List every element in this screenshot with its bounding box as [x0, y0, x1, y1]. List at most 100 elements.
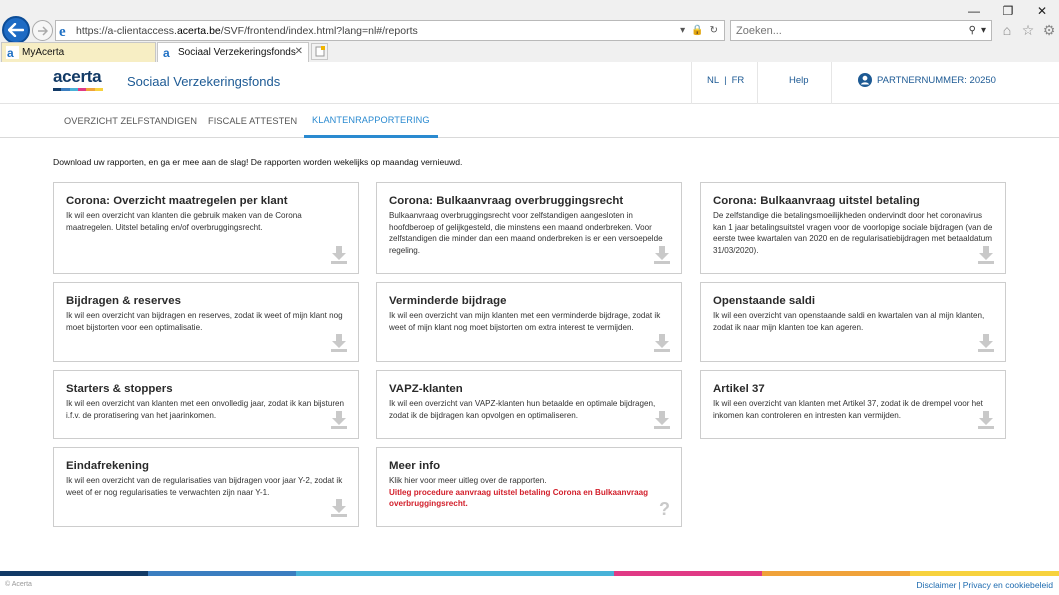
back-arrow-icon	[8, 23, 24, 37]
download-icon[interactable]	[977, 333, 995, 353]
tab-sociaal-verzekeringsfonds[interactable]: a Sociaal Verzekeringsfonds ✕	[157, 42, 309, 62]
footer-links: Disclaimer | Privacy en cookiebeleid	[916, 580, 1053, 590]
ie-logo-icon: e	[56, 21, 74, 40]
tab-close-icon[interactable]: ✕	[295, 46, 303, 57]
lang-separator: |	[724, 75, 727, 86]
card-description: Ik wil een overzicht van mijn klanten me…	[389, 311, 661, 332]
settings-gear-icon[interactable]: ⚙	[1040, 20, 1058, 40]
tab-label: Sociaal Verzekeringsfonds	[178, 47, 296, 58]
partner-account[interactable]: PARTNERNUMMER: 20250	[858, 73, 996, 87]
report-card-artikel-37[interactable]: Artikel 37 Ik wil een overzicht van klan…	[700, 370, 1006, 439]
privacy-link[interactable]: Privacy en cookiebeleid	[963, 580, 1053, 590]
search-box[interactable]: ⚲ ▾	[730, 20, 992, 41]
window-controls: — ❐ ✕	[957, 0, 1059, 22]
card-description: Ik wil een overzicht van VAPZ-klanten hu…	[389, 399, 656, 420]
info-card-meer-info[interactable]: Meer info Klik hier voor meer uitleg ove…	[376, 447, 682, 527]
disclaimer-link[interactable]: Disclaimer	[916, 580, 956, 590]
address-bar[interactable]: e https://a-clientaccess.acerta.be/SVF/f…	[55, 20, 725, 41]
lang-fr-link[interactable]: FR	[732, 75, 745, 86]
download-icon[interactable]	[653, 333, 671, 353]
favorites-star-icon[interactable]: ☆	[1019, 20, 1037, 40]
report-card-openstaande-saldi[interactable]: Openstaande saldi Ik wil een overzicht v…	[700, 282, 1006, 362]
minimize-icon[interactable]: —	[957, 0, 991, 22]
card-title: Openstaande saldi	[713, 295, 816, 307]
download-icon[interactable]	[330, 410, 348, 430]
report-card-corona-bulk-uitstel[interactable]: Corona: Bulkaanvraag uitstel betaling De…	[700, 182, 1006, 274]
download-icon[interactable]	[653, 245, 671, 265]
card-title: Eindafrekening	[66, 460, 149, 472]
report-card-vapz-klanten[interactable]: VAPZ-klanten Ik wil een overzicht van VA…	[376, 370, 682, 439]
card-title: Corona: Bulkaanvraag uitstel betaling	[713, 195, 920, 207]
main-navigation: OVERZICHT ZELFSTANDIGEN FISCALE ATTESTEN…	[0, 104, 1059, 138]
report-card-eindafrekening[interactable]: Eindafrekening Ik wil een overzicht van …	[53, 447, 359, 527]
url-domain: acerta.be	[176, 24, 221, 37]
tab-fiscale-attesten[interactable]: FISCALE ATTESTEN	[208, 104, 297, 138]
restore-icon[interactable]: ❐	[991, 0, 1025, 22]
dropdown-icon[interactable]: ▾	[680, 25, 685, 36]
report-card-verminderde-bijdrage[interactable]: Verminderde bijdrage Ik wil een overzich…	[376, 282, 682, 362]
card-description: Ik wil een overzicht van klanten die geb…	[66, 211, 302, 232]
svg-text:a: a	[7, 46, 14, 59]
help-link[interactable]: Help	[789, 75, 809, 86]
download-icon[interactable]	[330, 333, 348, 353]
acerta-favicon-icon: a	[162, 46, 175, 59]
forward-arrow-icon	[38, 25, 48, 36]
card-title: Meer info	[389, 460, 441, 472]
report-card-starters-stoppers[interactable]: Starters & stoppers Ik wil een overzicht…	[53, 370, 359, 439]
report-card-corona-bulk-overbrugging[interactable]: Corona: Bulkaanvraag overbruggingsrecht …	[376, 182, 682, 274]
tab-myacerta[interactable]: a MyAcerta	[1, 42, 156, 62]
card-title: Verminderde bijdrage	[389, 295, 507, 307]
logo-text: acerta	[53, 67, 102, 86]
svg-text:e: e	[59, 24, 66, 38]
card-title: Starters & stoppers	[66, 383, 173, 395]
copyright: © Acerta	[5, 581, 32, 588]
lock-icon[interactable]: 🔒	[691, 25, 703, 36]
svg-text:a: a	[163, 46, 170, 59]
search-input[interactable]	[731, 24, 969, 37]
question-mark-icon[interactable]: ?	[659, 499, 670, 520]
divider	[757, 62, 758, 104]
lang-nl-link[interactable]: NL	[707, 75, 719, 86]
card-title: Corona: Bulkaanvraag overbruggingsrecht	[389, 195, 624, 207]
close-icon[interactable]: ✕	[1025, 0, 1059, 22]
report-card-corona-overzicht[interactable]: Corona: Overzicht maatregelen per klant …	[53, 182, 359, 274]
card-description: Ik wil een overzicht van de regularisati…	[66, 476, 343, 497]
browser-chrome: — ❐ ✕ e https://a-clientaccess.acerta.be…	[0, 0, 1059, 62]
tab-klantenrapportering[interactable]: KLANTENRAPPORTERING	[304, 104, 438, 138]
user-icon	[858, 73, 872, 87]
site-header: acerta Sociaal Verzekeringsfonds NL | FR…	[0, 62, 1059, 104]
card-description: Bulkaanvraag overbruggingsrecht voor zel…	[389, 211, 663, 255]
url-suffix: /SVF/frontend/index.html?lang=nl#/report…	[220, 24, 418, 37]
new-tab-button[interactable]	[311, 43, 328, 60]
language-switch: NL | FR	[707, 75, 744, 86]
card-description: Ik wil een overzicht van klanten met een…	[66, 399, 345, 420]
divider	[831, 62, 832, 104]
acerta-favicon-icon: a	[6, 46, 19, 59]
intro-text: Download uw rapporten, en ga er mee aan …	[53, 157, 463, 167]
site-footer: © Acerta Disclaimer | Privacy en cookiebel…	[0, 576, 1059, 595]
forward-button[interactable]	[32, 20, 53, 41]
partner-number: PARTNERNUMMER: 20250	[877, 74, 996, 86]
home-icon[interactable]: ⌂	[998, 20, 1016, 40]
download-icon[interactable]	[653, 410, 671, 430]
download-icon[interactable]	[977, 410, 995, 430]
search-icon[interactable]: ⚲	[969, 25, 976, 36]
report-card-bijdragen-reserves[interactable]: Bijdragen & reserves Ik wil een overzich…	[53, 282, 359, 362]
procedure-link[interactable]: Uitleg procedure aanvraag uitstel betali…	[389, 487, 669, 510]
new-tab-icon	[315, 46, 325, 57]
address-url[interactable]: https://a-clientaccess.acerta.be/SVF/fro…	[74, 25, 680, 37]
search-dropdown-icon[interactable]: ▾	[981, 25, 986, 36]
card-title: Artikel 37	[713, 383, 765, 395]
card-description: Ik wil een overzicht van openstaande sal…	[713, 311, 985, 332]
card-title: Corona: Overzicht maatregelen per klant	[66, 195, 288, 207]
tab-label: MyAcerta	[22, 47, 65, 58]
tab-overzicht-zelfstandigen[interactable]: OVERZICHT ZELFSTANDIGEN	[64, 104, 197, 138]
download-icon[interactable]	[330, 245, 348, 265]
card-description: Klik hier voor meer uitleg over de rappo…	[389, 476, 547, 485]
download-icon[interactable]	[330, 498, 348, 518]
refresh-icon[interactable]: ↻	[710, 25, 718, 36]
tab-row: a MyAcerta a Sociaal Verzekeringsfonds ✕	[0, 42, 1059, 62]
download-icon[interactable]	[977, 245, 995, 265]
back-button[interactable]	[2, 16, 30, 44]
acerta-logo[interactable]: acerta	[53, 68, 103, 94]
